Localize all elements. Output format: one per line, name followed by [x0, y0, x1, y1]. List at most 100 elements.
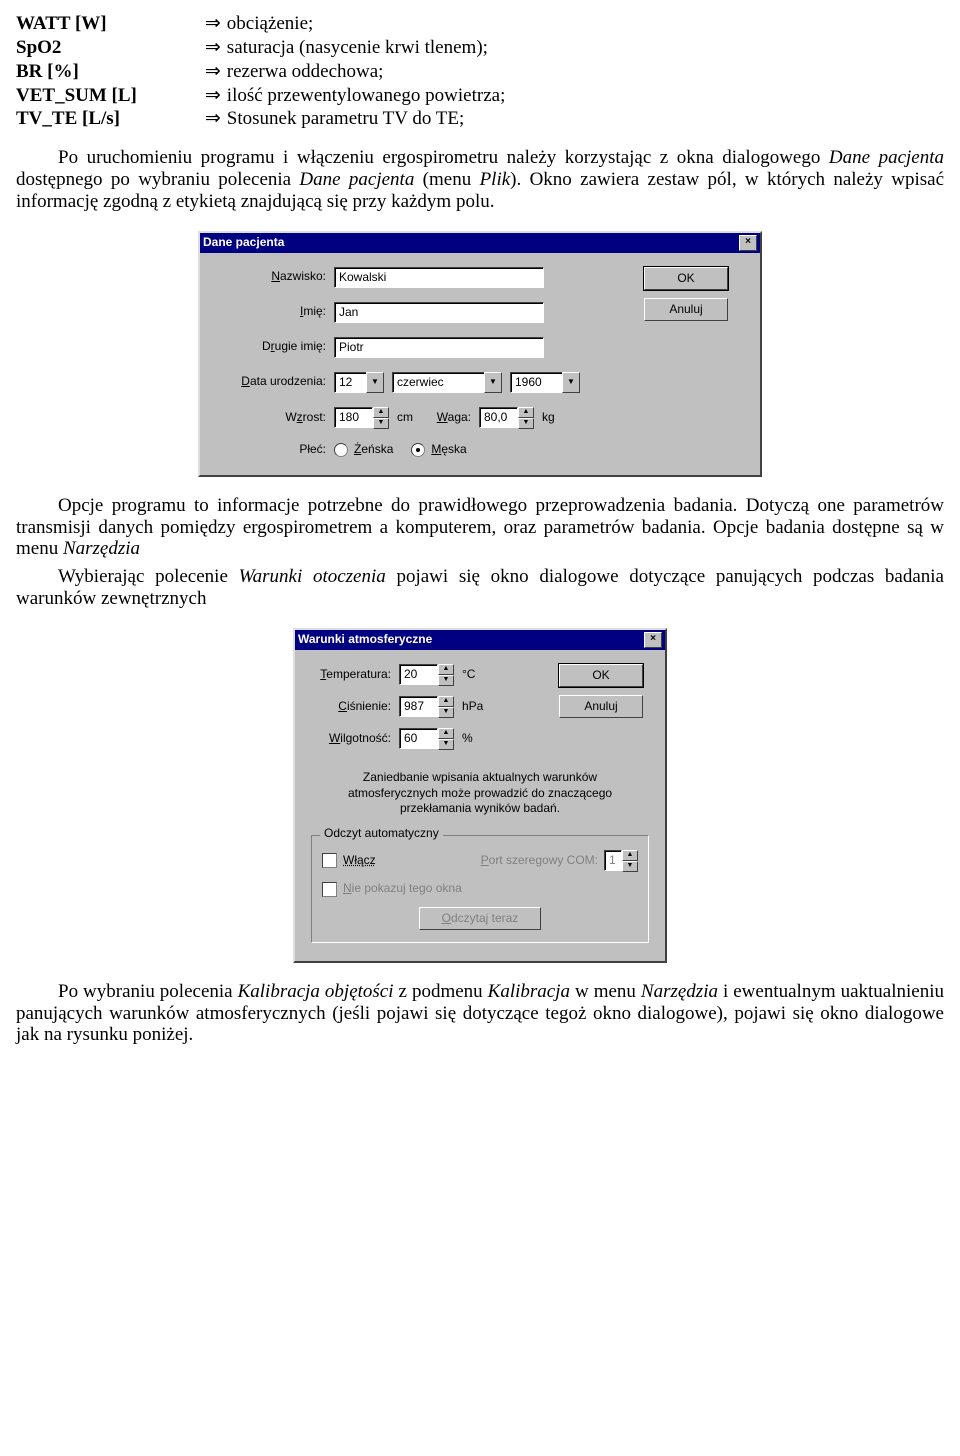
height-value: 180: [334, 407, 373, 428]
text: dostępnego po wybraniu polecenia: [16, 169, 299, 190]
spin-down-icon[interactable]: ▼: [518, 418, 534, 429]
ok-button[interactable]: OK: [559, 664, 643, 687]
spin-down-icon[interactable]: ▼: [373, 418, 389, 429]
comport-spin[interactable]: 1 ▲▼: [604, 850, 638, 872]
text: z podmenu: [394, 981, 488, 1002]
chevron-down-icon[interactable]: ▼: [562, 372, 580, 393]
label-surname: Nazwisko:: [216, 270, 334, 284]
humidity-spin[interactable]: 60 ▲▼: [399, 728, 454, 750]
humidity-value: 60: [399, 728, 438, 749]
day-value: 12: [334, 372, 366, 393]
month-combo[interactable]: czerwiec ▼: [392, 372, 502, 393]
arrow-icon: ⇒: [145, 107, 227, 131]
temp-spin[interactable]: 20 ▲▼: [399, 664, 454, 686]
unit-pct: %: [454, 732, 481, 746]
warning-note: Zaniedbanie wpisania aktualnych warunków…: [319, 770, 641, 817]
text: Opcje programu to informacje potrzebne d…: [16, 495, 944, 560]
def-row: TV_TE [L/s] ⇒ Stosunek parametru TV do T…: [16, 107, 505, 131]
spin-up-icon[interactable]: ▲: [622, 850, 638, 861]
surname-field[interactable]: Kowalski: [334, 267, 544, 288]
text-italic: Dane pacjenta: [299, 169, 414, 190]
day-combo[interactable]: 12 ▼: [334, 372, 384, 393]
close-icon[interactable]: ×: [739, 235, 757, 251]
cancel-button[interactable]: Anuluj: [644, 298, 728, 321]
text: Po uruchomieniu programu i włączeniu erg…: [58, 147, 829, 168]
def-row: BR [%] ⇒ rezerwa oddechowa;: [16, 60, 505, 84]
unit-c: °C: [454, 668, 483, 682]
chevron-down-icon[interactable]: ▼: [484, 372, 502, 393]
spin-up-icon[interactable]: ▲: [438, 728, 454, 739]
year-value: 1960: [510, 372, 562, 393]
def-val: Stosunek parametru TV do TE;: [227, 107, 506, 131]
text: Wybierając polecenie: [58, 566, 239, 587]
def-key: TV_TE [L/s]: [16, 107, 145, 131]
label-weight: Waga:: [421, 411, 479, 425]
spin-down-icon[interactable]: ▼: [622, 861, 638, 872]
label-sex: Płeć:: [216, 443, 334, 457]
cancel-button[interactable]: Anuluj: [559, 695, 643, 718]
def-val: obciążenie;: [227, 12, 506, 36]
paragraph-2: Opcje programu to informacje potrzebne d…: [16, 495, 944, 561]
radio-female[interactable]: Żeńska: [334, 443, 393, 457]
unit-cm: cm: [389, 411, 421, 425]
weight-value: 80,0: [479, 407, 518, 428]
text-italic: Dane pacjenta: [829, 147, 944, 168]
paragraph-4: Po wybraniu polecenia Kalibracja objętoś…: [16, 981, 944, 1047]
radio-icon: [411, 443, 425, 457]
middlename-field[interactable]: Piotr: [334, 337, 544, 358]
chevron-down-icon[interactable]: ▼: [366, 372, 384, 393]
definitions-list: WATT [W] ⇒ obciążenie; SpO2 ⇒ saturacja …: [16, 12, 505, 131]
spin-up-icon[interactable]: ▲: [373, 407, 389, 418]
label-enable: Włącz: [343, 854, 376, 868]
year-combo[interactable]: 1960 ▼: [510, 372, 580, 393]
label-dob: Data urodzenia:: [216, 375, 334, 389]
label-temp: Temperatura:: [311, 668, 399, 682]
label-comport: Port szeregowy COM:: [481, 854, 598, 868]
text: Po wybraniu polecenia: [58, 981, 238, 1002]
text-italic: Plik: [480, 169, 511, 190]
pressure-value: 987: [399, 696, 438, 717]
patient-data-dialog: Dane pacjenta × Nazwisko: Kowalski Imię:…: [198, 231, 762, 477]
height-spin[interactable]: 180 ▲▼: [334, 407, 389, 429]
spin-up-icon[interactable]: ▲: [518, 407, 534, 418]
label-firstname: Imię:: [216, 305, 334, 319]
paragraph-3: Wybierając polecenie Warunki otoczenia p…: [16, 566, 944, 610]
arrow-icon: ⇒: [145, 84, 227, 108]
firstname-field[interactable]: Jan: [334, 302, 544, 323]
read-now-button[interactable]: Odczytaj teraz: [419, 907, 541, 930]
paragraph-1: Po uruchomieniu programu i włączeniu erg…: [16, 147, 944, 213]
def-val: saturacja (nasycenie krwi tlenem);: [227, 36, 506, 60]
text-italic: Narzędzia: [63, 538, 140, 559]
arrow-icon: ⇒: [145, 12, 227, 36]
checkbox-dontshow[interactable]: [322, 882, 337, 897]
radio-male[interactable]: Męska: [411, 443, 466, 457]
radio-icon: [334, 443, 348, 457]
def-key: BR [%]: [16, 60, 145, 84]
spin-up-icon[interactable]: ▲: [438, 696, 454, 707]
label-middlename: Drugie imię:: [216, 340, 334, 354]
window-title: Warunki atmosferyczne: [298, 633, 432, 647]
checkbox-enable[interactable]: [322, 853, 337, 868]
close-icon[interactable]: ×: [644, 632, 662, 648]
unit-hpa: hPa: [454, 700, 491, 714]
ok-button[interactable]: OK: [644, 267, 728, 290]
spin-down-icon[interactable]: ▼: [438, 707, 454, 718]
spin-down-icon[interactable]: ▼: [438, 675, 454, 686]
comport-value: 1: [604, 850, 622, 871]
arrow-icon: ⇒: [145, 36, 227, 60]
pressure-spin[interactable]: 987 ▲▼: [399, 696, 454, 718]
def-key: WATT [W]: [16, 12, 145, 36]
def-row: VET_SUM [L] ⇒ ilość przewentylowanego po…: [16, 84, 505, 108]
spin-up-icon[interactable]: ▲: [438, 664, 454, 675]
weight-spin[interactable]: 80,0 ▲▼: [479, 407, 534, 429]
titlebar: Warunki atmosferyczne ×: [295, 630, 665, 650]
def-row: SpO2 ⇒ saturacja (nasycenie krwi tlenem)…: [16, 36, 505, 60]
text-italic: Narzędzia: [641, 981, 718, 1002]
label-dontshow: Nie pokazuj tego okna: [343, 882, 462, 896]
spin-down-icon[interactable]: ▼: [438, 739, 454, 750]
text-italic: Kalibracja objętości: [238, 981, 394, 1002]
text: w menu: [570, 981, 641, 1002]
group-label: Odczyt automatyczny: [320, 827, 443, 841]
def-row: WATT [W] ⇒ obciążenie;: [16, 12, 505, 36]
def-val: rezerwa oddechowa;: [227, 60, 506, 84]
